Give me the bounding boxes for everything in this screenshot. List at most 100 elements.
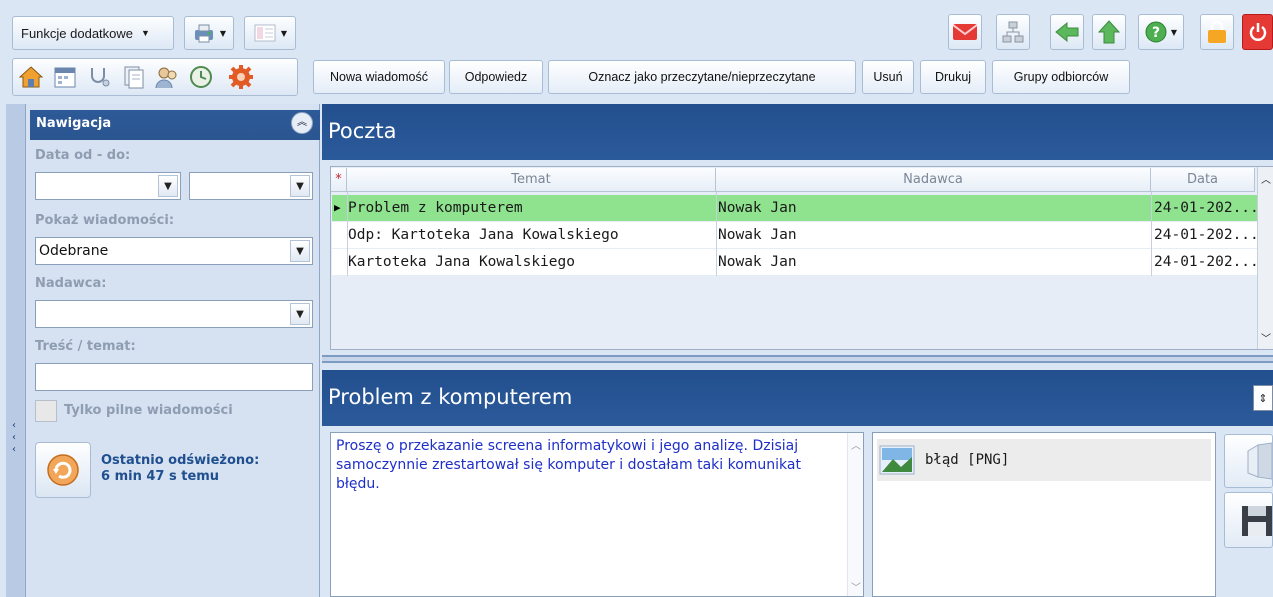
chevron-down-icon[interactable]: ▼ (290, 175, 310, 197)
chevron-down-icon[interactable]: ▼ (290, 303, 310, 325)
help-icon: ? (1145, 21, 1167, 43)
table-row[interactable]: ▶ Problem z komputerem Nowak Jan 24-01-2… (332, 195, 1259, 221)
column-divider (347, 192, 348, 276)
row-date: 24-01-202... (1154, 254, 1259, 270)
chevron-down-icon: ▼ (219, 28, 227, 38)
scroll-down-icon[interactable]: ﹀ (851, 579, 861, 594)
svg-text:?: ? (1152, 25, 1160, 41)
stethoscope-icon[interactable] (84, 62, 114, 92)
row-subject: Odp: Kartoteka Jana Kowalskiego (348, 227, 619, 243)
mail-title: Poczta (328, 119, 397, 143)
lock-icon (1208, 20, 1226, 43)
print-button[interactable]: Drukuj (920, 60, 986, 94)
open-attachment-button[interactable] (1224, 434, 1273, 488)
navigation-header: Nawigacja (30, 110, 320, 140)
calendar-icon[interactable] (50, 62, 80, 92)
open-file-icon (1247, 442, 1272, 480)
up-button[interactable] (1092, 14, 1126, 50)
row-date: 24-01-202... (1154, 200, 1259, 216)
recipient-groups-button[interactable]: Grupy odbiorców (992, 60, 1130, 94)
patients-icon[interactable] (152, 62, 182, 92)
scroll-up-icon[interactable]: ︿ (1261, 171, 1271, 186)
row-sender: Nowak Jan (718, 200, 797, 216)
attachment-item[interactable]: błąd [PNG] (877, 439, 1211, 481)
reply-button[interactable]: Odpowiedz (449, 60, 543, 94)
urgent-only-checkbox[interactable] (35, 400, 57, 422)
row-sender: Nowak Jan (718, 254, 797, 270)
subject-column-header[interactable]: Temat (347, 168, 716, 192)
message-body-text: Proszę o przekazanie screena informatyko… (336, 438, 801, 492)
power-icon (1249, 23, 1266, 41)
message-scrollbar[interactable]: ︿ ﹀ (847, 433, 863, 596)
documents-icon[interactable] (118, 62, 148, 92)
attachments-box: błąd [PNG] (872, 432, 1216, 597)
content-subject-input[interactable] (35, 363, 313, 391)
chevron-down-icon[interactable]: ▼ (158, 175, 178, 197)
refresh-button[interactable] (35, 442, 91, 498)
date-to-field[interactable]: ▼ (189, 172, 313, 200)
delete-button[interactable]: Usuń (862, 60, 914, 94)
panel-splitter[interactable] (322, 355, 1273, 363)
print-dropdown-button[interactable]: ▼ (184, 16, 234, 50)
collapse-navigation-button[interactable]: ︽ (291, 112, 313, 134)
settings-icon[interactable] (226, 62, 256, 92)
scroll-down-icon[interactable]: ﹀ (1261, 330, 1271, 345)
date-from-field[interactable]: ▼ (35, 172, 181, 200)
lock-button[interactable] (1200, 14, 1234, 50)
structure-button[interactable] (996, 14, 1030, 50)
last-refresh-title: Ostatnio odświeżono: (101, 453, 260, 468)
date-column-header[interactable]: Data (1151, 168, 1255, 192)
show-messages-select[interactable]: Odebrane ▼ (35, 237, 313, 265)
envelope-icon (952, 24, 978, 40)
row-date: 24-01-202... (1154, 227, 1259, 243)
row-pointer-icon: ▶ (334, 201, 341, 214)
sender-label: Nadawca: (35, 276, 107, 291)
double-chevron-up-icon: ︽ (297, 117, 307, 128)
mail-button[interactable] (948, 14, 982, 50)
layout-icon (254, 24, 276, 42)
column-divider (1151, 192, 1152, 276)
subject-column-label: Temat (511, 172, 551, 187)
new-message-button[interactable]: Nowa wiadomość (313, 60, 445, 94)
chevron-down-icon: ▼ (141, 28, 150, 38)
power-button[interactable] (1242, 14, 1273, 50)
table-row[interactable]: Odp: Kartoteka Jana Kowalskiego Nowak Ja… (332, 222, 1259, 248)
preview-title: Problem z komputerem (328, 385, 573, 409)
functions-dropdown-label: Funkcje dodatkowe (21, 25, 134, 41)
show-messages-label: Pokaż wiadomości: (35, 213, 175, 228)
back-button[interactable] (1050, 14, 1084, 50)
sender-column-header[interactable]: Nadawca (716, 168, 1151, 192)
help-button[interactable]: ? ▼ (1138, 14, 1184, 50)
chevron-down-icon: ▼ (280, 28, 288, 38)
save-attachment-button[interactable] (1224, 492, 1273, 548)
collapse-arrows-icon: ‹ ‹ ‹ (12, 420, 16, 455)
last-refresh-time: 6 min 47 s temu (101, 469, 220, 484)
scroll-up-icon[interactable]: ︿ (851, 437, 861, 452)
split-arrows-icon: ⇕ (1258, 391, 1268, 405)
sender-select[interactable]: ▼ (35, 300, 313, 328)
sender-column-label: Nadawca (903, 172, 963, 187)
printer-icon (194, 24, 213, 43)
row-subject: Problem z komputerem (348, 200, 523, 216)
floppy-disk-icon (1242, 506, 1272, 536)
date-range-label: Data od - do: (35, 148, 131, 163)
urgent-only-label: Tylko pilne wiadomości (64, 403, 233, 418)
row-subject: Kartoteka Jana Kowalskiego (348, 254, 575, 270)
message-body-box[interactable]: Proszę o przekazanie screena informatyko… (330, 432, 864, 597)
refresh-icon[interactable] (186, 62, 216, 92)
home-icon[interactable] (16, 62, 46, 92)
mark-read-button[interactable]: Oznacz jako przeczytane/nieprzeczytane (548, 60, 856, 94)
chevron-down-icon[interactable]: ▼ (290, 240, 310, 262)
left-edge-strip[interactable]: ‹ ‹ ‹ (6, 104, 26, 597)
show-messages-value: Odebrane (39, 243, 109, 259)
flag-column-header[interactable]: * (331, 168, 347, 192)
preview-options-button[interactable]: ⇕ (1253, 385, 1273, 411)
layout-dropdown-button[interactable]: ▼ (244, 16, 296, 50)
date-column-label: Data (1186, 172, 1219, 187)
table-row[interactable]: Kartoteka Jana Kowalskiego Nowak Jan 24-… (332, 249, 1259, 275)
hierarchy-icon (1002, 21, 1024, 43)
flag-column-label: * (335, 172, 342, 187)
functions-dropdown[interactable]: Funkcje dodatkowe ▼ (12, 16, 174, 50)
refresh-arrow-icon (47, 454, 79, 486)
mail-grid-scrollbar[interactable]: ︿ ﹀ (1257, 167, 1273, 349)
